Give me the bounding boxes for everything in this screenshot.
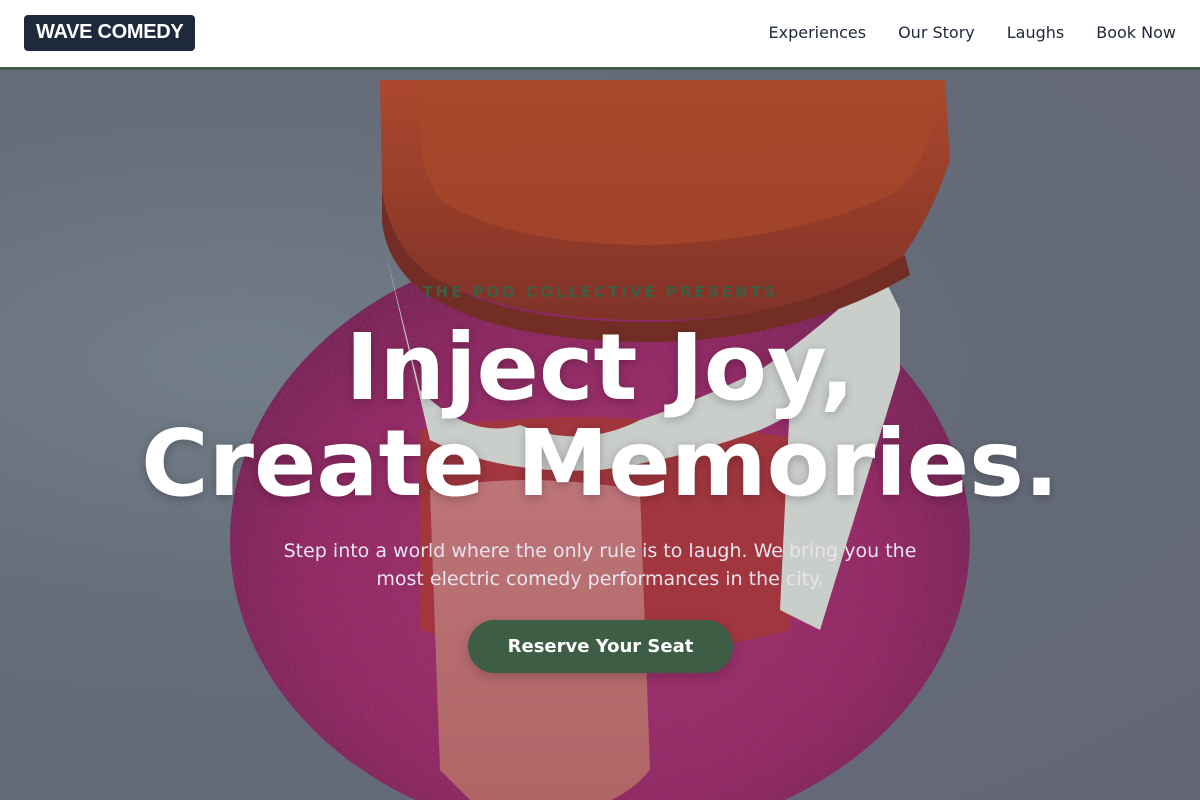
nav-link-book-now[interactable]: Book Now bbox=[1096, 23, 1176, 42]
hero-subtext: Step into a world where the only rule is… bbox=[283, 540, 917, 590]
hero-headline: Inject Joy, Create Memories. bbox=[0, 320, 1200, 512]
hero-content: THE POD COLLECTIVE PRESENTS Inject Joy, … bbox=[0, 70, 1200, 800]
nav-link-laughs[interactable]: Laughs bbox=[1007, 23, 1065, 42]
hero-headline-line-2: Create Memories. bbox=[141, 410, 1059, 517]
top-navbar: WAVE COMEDY Experiences Our Story Laughs… bbox=[0, 0, 1200, 70]
nav-links: Experiences Our Story Laughs Book Now bbox=[769, 23, 1176, 42]
hero-headline-line-1: Inject Joy, bbox=[345, 314, 855, 421]
hero-eyebrow: THE POD COLLECTIVE PRESENTS bbox=[422, 283, 778, 301]
brand-logo[interactable]: WAVE COMEDY bbox=[24, 14, 196, 51]
hero-section: THE POD COLLECTIVE PRESENTS Inject Joy, … bbox=[0, 70, 1200, 800]
nav-link-experiences[interactable]: Experiences bbox=[769, 23, 867, 42]
reserve-seat-button[interactable]: Reserve Your Seat bbox=[468, 620, 733, 673]
nav-link-our-story[interactable]: Our Story bbox=[898, 23, 975, 42]
